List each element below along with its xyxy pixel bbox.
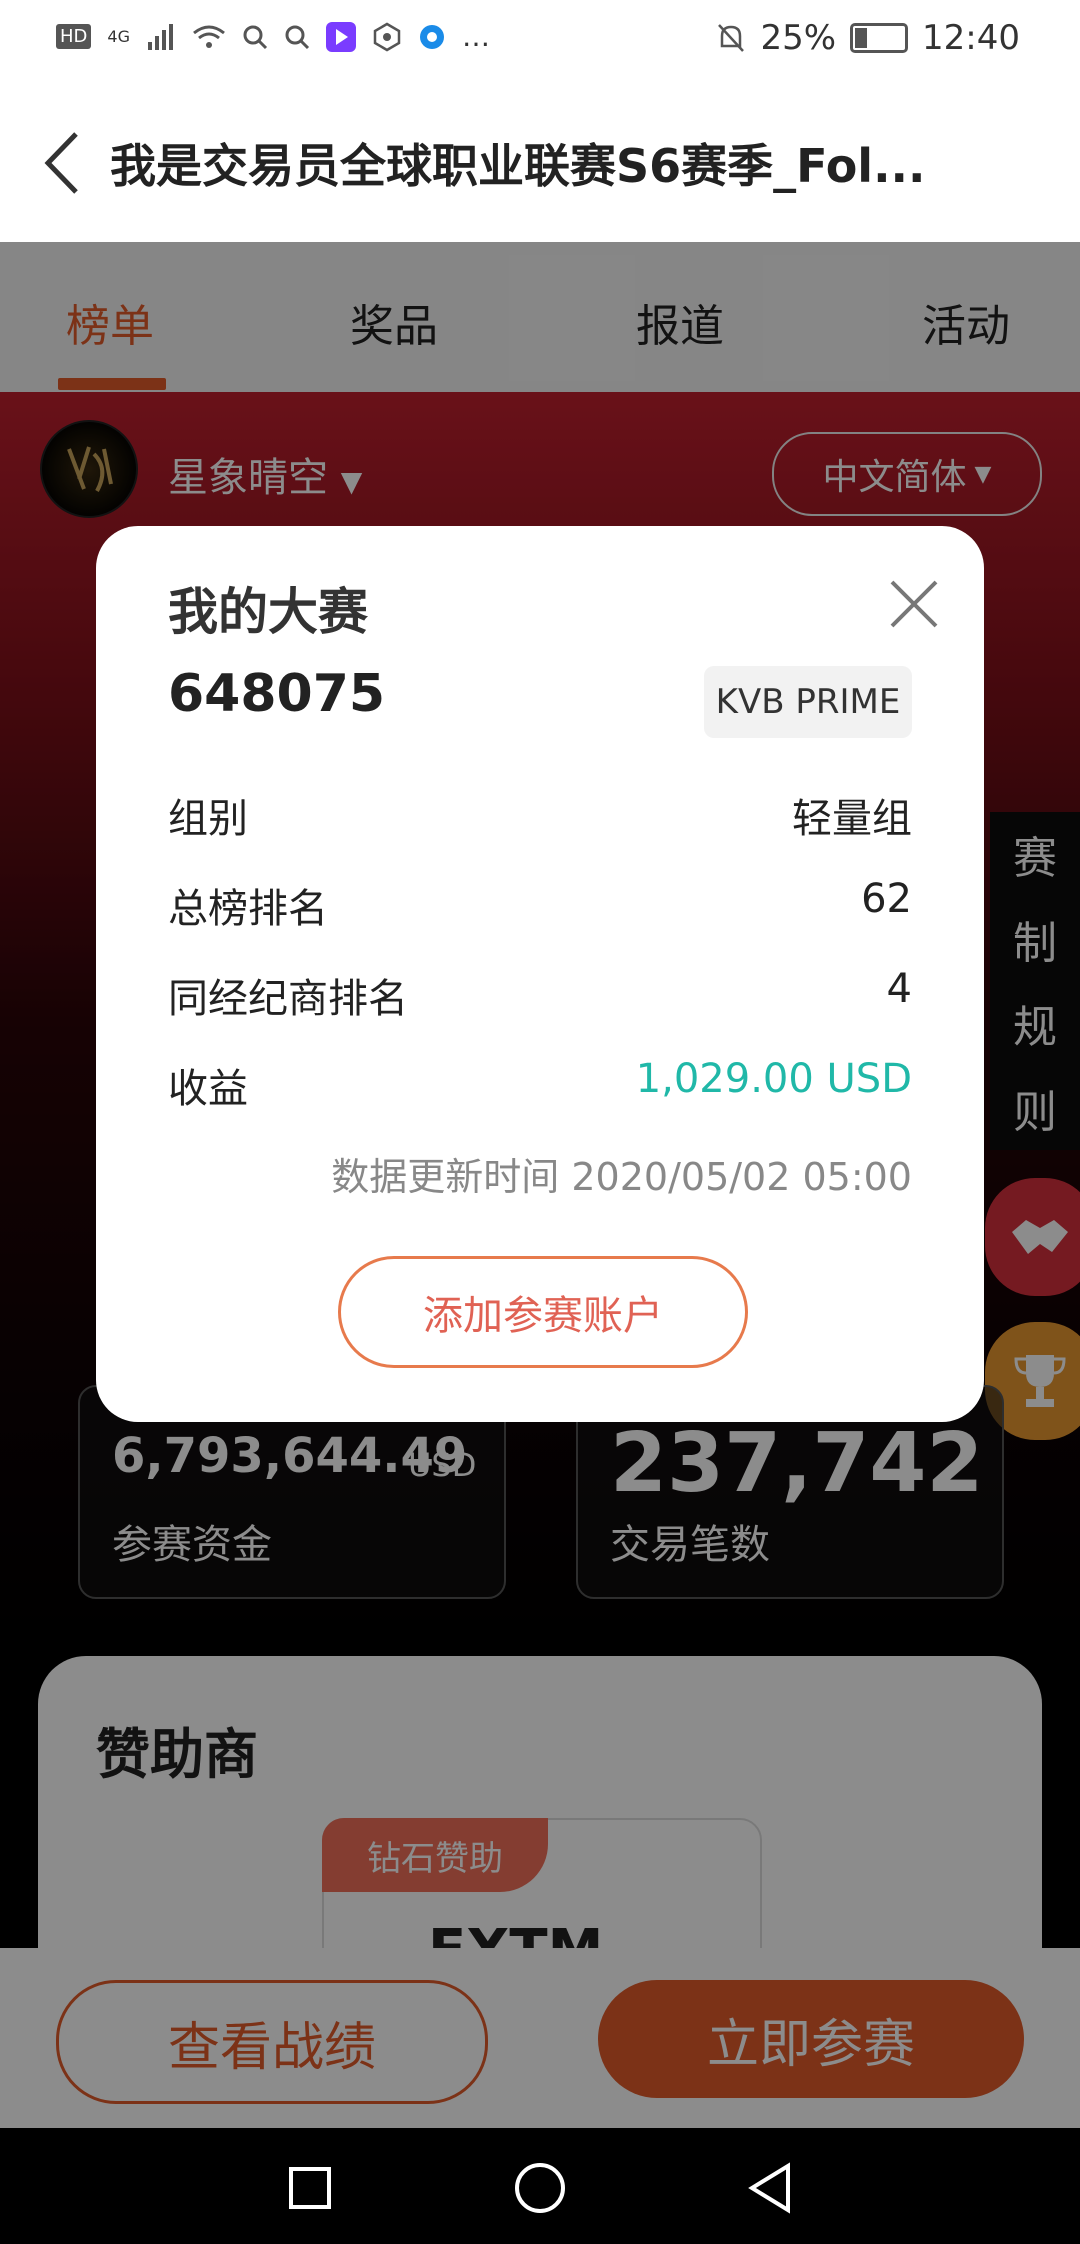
more-icon: … [461,20,490,53]
row-label-group: 组别 [168,796,248,842]
video-app-icon [325,21,356,52]
row-label-broker-rank: 同经纪商排名 [168,976,408,1022]
home-circle-icon[interactable] [514,2162,566,2214]
hd-icon: HD [56,24,92,49]
search-icon [285,25,310,49]
add-account-button[interactable]: 添加参赛账户 [338,1256,748,1368]
account-number: 648075 [168,664,386,724]
data-update-time: 数据更新时间 2020/05/02 05:00 [331,1155,912,1199]
broker-badge: KVB PRIME [704,666,912,738]
hex-app-icon [373,22,401,51]
signal-icon [147,23,173,50]
row-value-profit: 1,029.00 USD [635,1056,912,1102]
row-label-profit: 收益 [168,1066,248,1112]
bell-muted-icon [718,24,745,52]
battery-icon [850,23,909,53]
page-title: 我是交易员全球职业联赛S6赛季_Fol... [110,139,926,193]
row-value-broker-rank: 4 [886,966,912,1012]
clock: 12:40 [922,18,1020,58]
status-icons-right: 25% 12:40 [716,18,1020,58]
close-icon[interactable] [884,574,944,634]
status-icons-left: HD 4G … [56,20,490,53]
row-label-overall-rank: 总榜排名 [168,886,328,932]
recents-square-icon[interactable] [288,2166,332,2210]
row-value-overall-rank: 62 [861,876,912,922]
back-triangle-icon[interactable] [746,2162,794,2214]
browser-app-icon [419,24,444,49]
row-value-group: 轻量组 [792,796,912,842]
battery-percent: 25% [760,18,837,58]
network-icon: 4G [107,27,130,46]
search-icon [243,25,268,49]
dialog-title: 我的大赛 [168,583,368,641]
back-arrow-icon[interactable] [40,130,86,196]
wifi-icon [193,25,225,48]
